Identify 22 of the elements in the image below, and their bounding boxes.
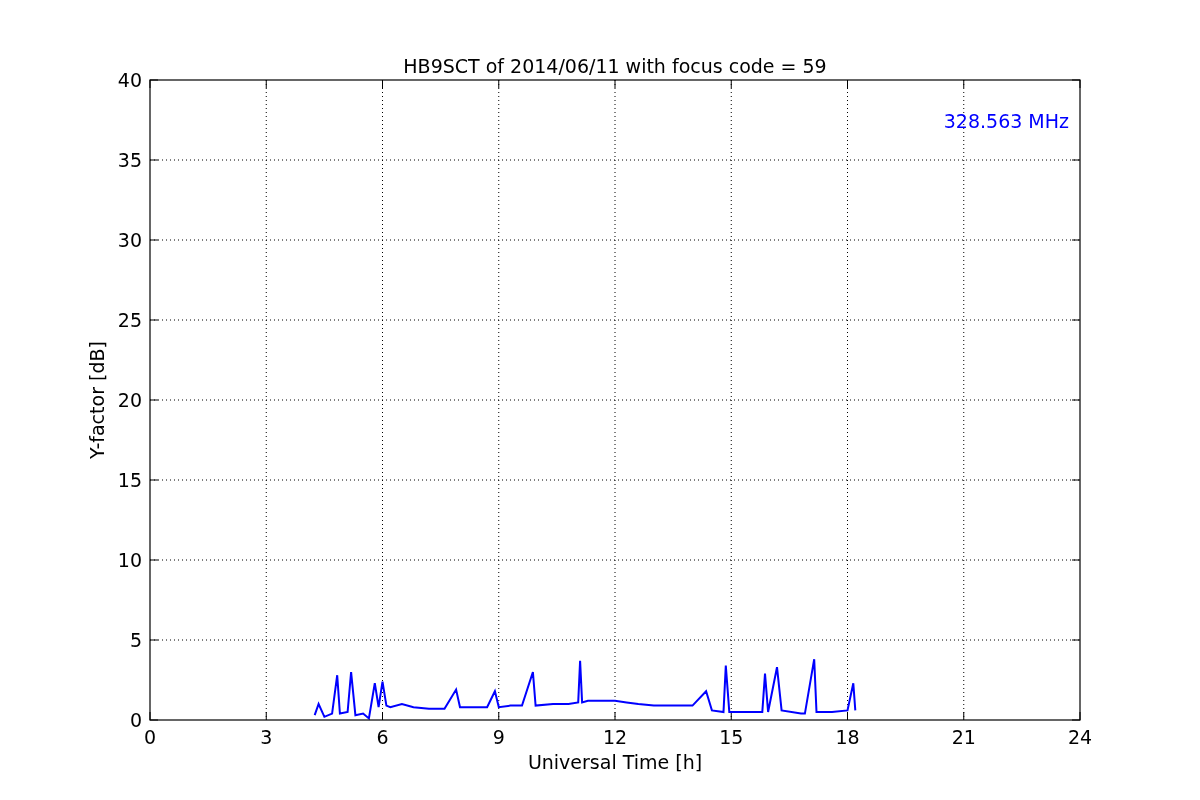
x-axis-label: Universal Time [h] (527, 751, 703, 773)
x-tick-label: 3 (260, 726, 273, 748)
x-tick-label: 0 (143, 726, 157, 748)
y-tick-label: 10 (117, 549, 142, 571)
chart-title: HB9SCT of 2014/06/11 with focus code = 59 (403, 55, 827, 77)
x-tick-label: 21 (951, 726, 976, 748)
y-tick-label: 40 (117, 69, 142, 91)
frequency-label: 328.563 MHz (943, 110, 1069, 132)
y-tick-label: 0 (129, 709, 142, 731)
x-tick-label: 24 (1067, 726, 1093, 748)
x-tick-label: 12 (602, 726, 628, 748)
x-tick-label: 9 (492, 726, 505, 748)
y-tick-label: 35 (117, 149, 142, 171)
y-tick-label: 5 (129, 629, 142, 651)
x-tick-label: 18 (835, 726, 860, 748)
x-tick-label: 15 (719, 726, 744, 748)
x-tick-label: 6 (376, 726, 389, 748)
y-tick-label: 25 (117, 309, 142, 331)
y-tick-label: 30 (117, 229, 142, 251)
y-tick-label: 20 (117, 389, 142, 411)
y-axis-label: Y-factor [dB] (86, 341, 108, 459)
y-tick-label: 15 (117, 469, 142, 491)
